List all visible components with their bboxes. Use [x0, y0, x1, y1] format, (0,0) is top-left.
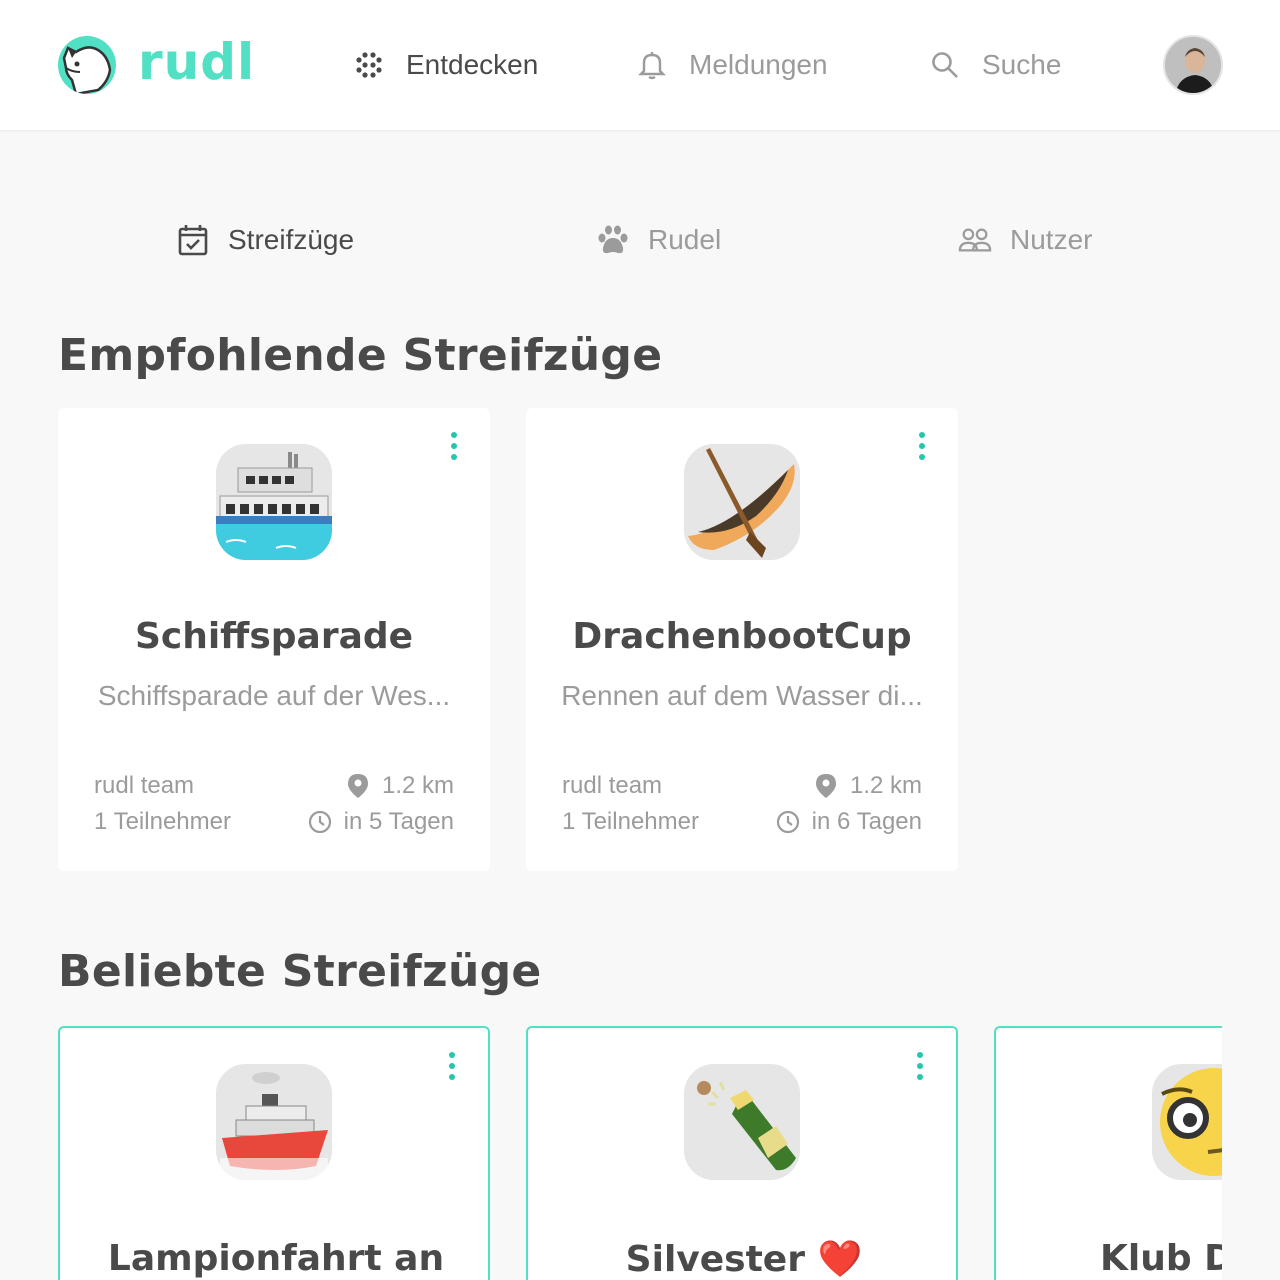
- nav-suche[interactable]: Suche: [930, 40, 1061, 90]
- distance-text: 1.2 km: [849, 772, 922, 799]
- location-pin-icon: [346, 774, 370, 798]
- ship-icon: [216, 1064, 332, 1180]
- wolf-logo-icon: [58, 36, 116, 94]
- tab-label: Nutzer: [1010, 224, 1093, 255]
- canoe-icon: [684, 444, 800, 560]
- tab-rudel[interactable]: Rudel: [596, 218, 721, 262]
- event-card[interactable]: DrachenbootCup Rennen auf dem Wasser di.…: [526, 408, 958, 871]
- card-description: Schiffsparade auf der Wes...: [97, 680, 451, 711]
- more-options-icon[interactable]: [446, 430, 462, 462]
- bell-icon: [637, 50, 667, 80]
- event-card[interactable]: Silvester ❤️: [526, 1026, 958, 1280]
- calendar-check-icon: [176, 223, 210, 257]
- clock-icon: [308, 810, 332, 834]
- event-card[interactable]: Klub D: [994, 1026, 1222, 1280]
- clock-icon: [776, 810, 800, 834]
- card-participants: 1 Teilnehmer: [94, 808, 231, 835]
- brand-name: rudl: [138, 33, 256, 91]
- card-time: in 6 Tagen: [776, 808, 922, 836]
- champagne-icon: [684, 1064, 800, 1180]
- more-options-icon[interactable]: [444, 1050, 460, 1082]
- users-icon: [958, 223, 992, 257]
- tab-nutzer[interactable]: Nutzer: [958, 218, 1092, 262]
- card-time: in 5 Tagen: [308, 808, 454, 836]
- card-title: Klub D: [1100, 1238, 1222, 1279]
- event-card[interactable]: Lampionfahrt an: [58, 1026, 490, 1280]
- distance-text: 1.2 km: [381, 772, 454, 799]
- paw-icon: [596, 223, 630, 257]
- card-author: rudl team: [94, 772, 195, 799]
- top-header: rudl Entdecken Meldungen Suche: [0, 0, 1280, 130]
- nerd-face-icon: [1152, 1064, 1222, 1180]
- card-title: DrachenbootCup: [572, 616, 912, 657]
- card-title: Schiffsparade: [134, 616, 414, 657]
- nav-entdecken[interactable]: Entdecken: [354, 40, 538, 90]
- card-title: Lampionfahrt an: [107, 1238, 445, 1279]
- tab-streifzuege[interactable]: Streifzüge: [176, 218, 354, 262]
- time-text: in 5 Tagen: [343, 808, 454, 835]
- nav-label: Meldungen: [689, 49, 828, 80]
- more-options-icon[interactable]: [912, 1050, 928, 1082]
- section-title-empfohlen: Empfohlende Streifzüge: [58, 330, 663, 381]
- section-title-beliebt: Beliebte Streifzüge: [58, 946, 542, 997]
- tab-label: Streifzüge: [228, 224, 355, 255]
- nav-label: Entdecken: [406, 49, 539, 80]
- card-title: Silvester ❤️: [625, 1239, 863, 1280]
- nav-meldungen[interactable]: Meldungen: [637, 40, 828, 90]
- card-description: Rennen auf dem Wasser di...: [561, 680, 923, 711]
- card-distance: 1.2 km: [346, 772, 454, 800]
- location-pin-icon: [814, 774, 838, 798]
- card-distance: 1.2 km: [814, 772, 922, 800]
- event-card[interactable]: Schiffsparade Schiffsparade auf der Wes.…: [58, 408, 490, 871]
- user-avatar[interactable]: [1163, 35, 1223, 95]
- time-text: in 6 Tagen: [811, 808, 922, 835]
- nav-label: Suche: [982, 49, 1062, 80]
- card-participants: 1 Teilnehmer: [562, 808, 699, 835]
- ferry-icon: [216, 444, 332, 560]
- card-author: rudl team: [562, 772, 663, 799]
- dots-grid-icon: [354, 50, 384, 80]
- search-icon: [930, 50, 960, 80]
- more-options-icon[interactable]: [914, 430, 930, 462]
- logo[interactable]: rudl: [58, 33, 256, 94]
- tab-label: Rudel: [648, 224, 722, 255]
